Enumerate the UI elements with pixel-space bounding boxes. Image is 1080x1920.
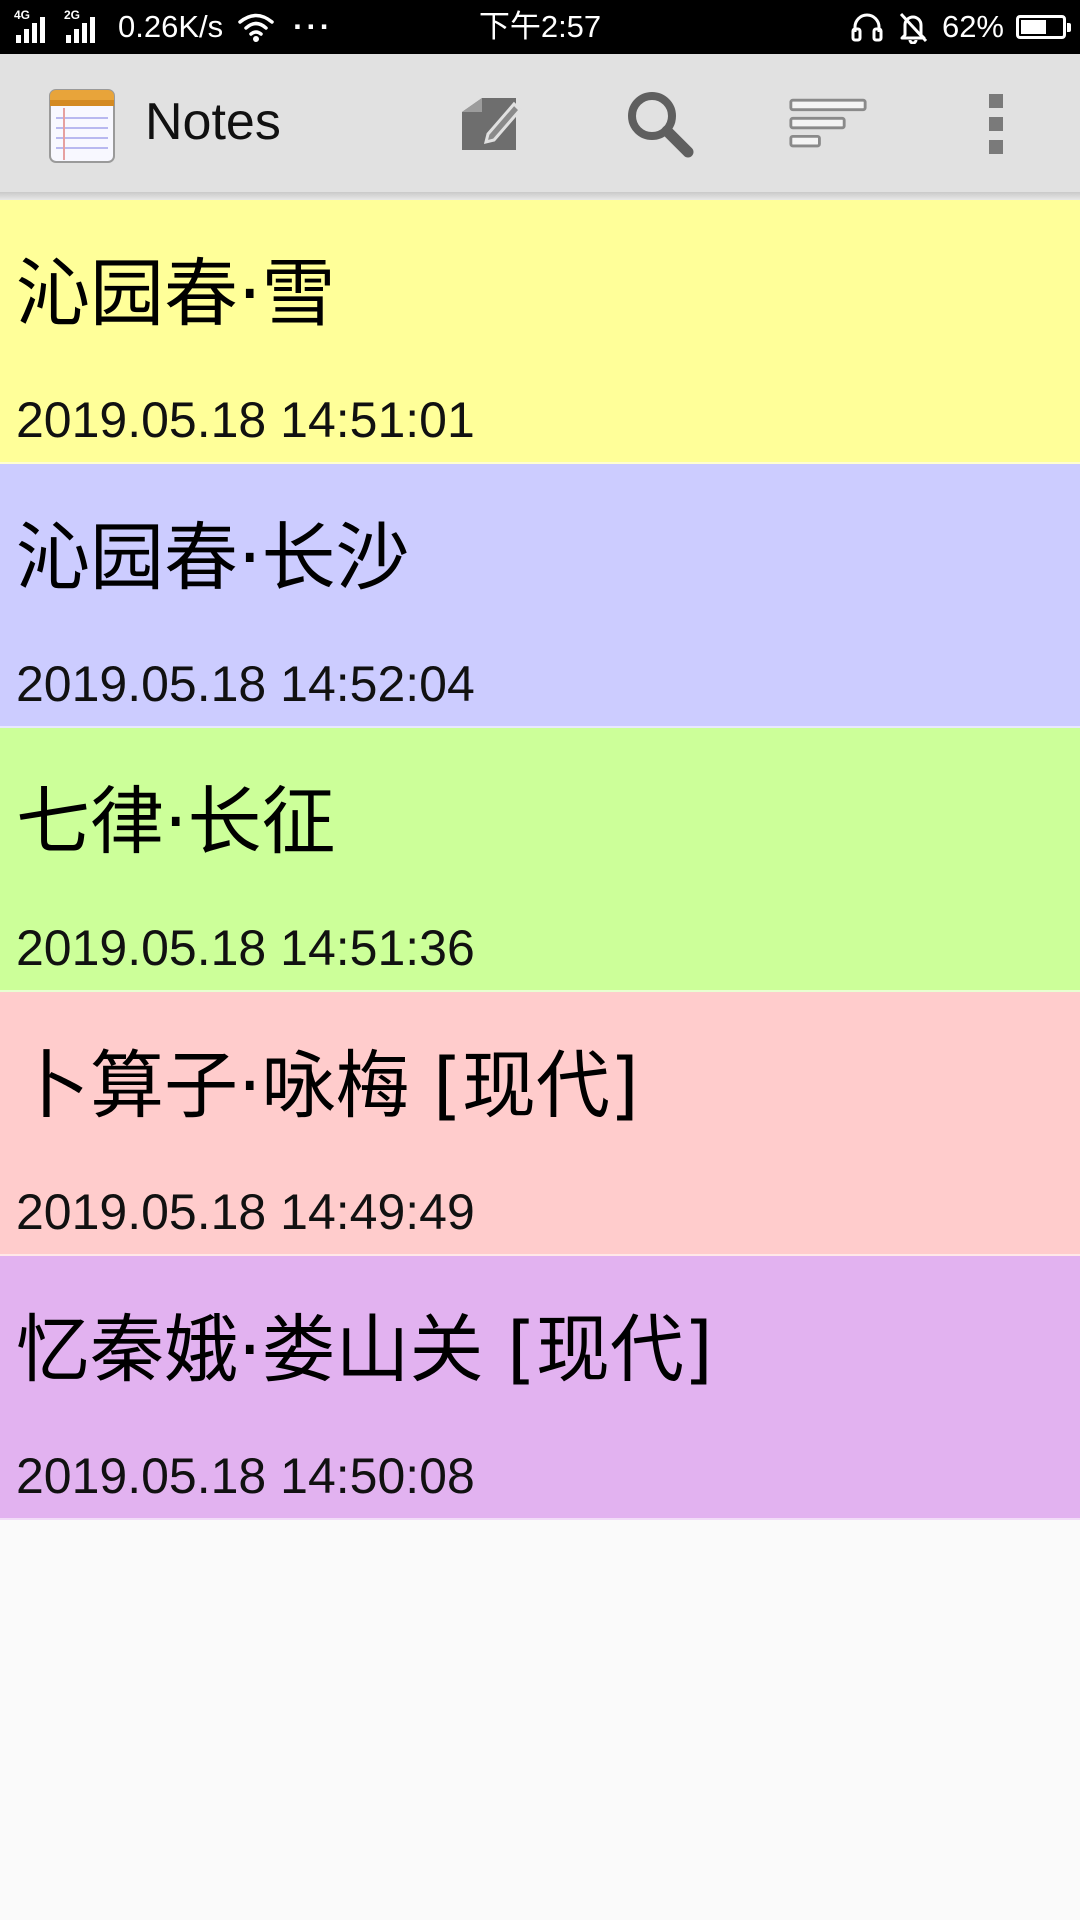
headset-icon [851, 13, 883, 42]
sort-button[interactable] [788, 84, 868, 164]
note-title: 沁园春·雪 [16, 251, 336, 337]
battery-level [1021, 20, 1046, 34]
note-date: 2019.05.18 14:49:49 [16, 1184, 475, 1240]
status-bar: 4G 2G 0.26K/s ··· 下午2:57 62% [0, 0, 1080, 54]
new-note-icon [462, 98, 522, 150]
note-item[interactable]: 忆秦娥·娄山关 [现代] 2019.05.18 14:50:08 [0, 1256, 1080, 1520]
note-title: 忆秦娥·娄山关 [现代] [16, 1307, 713, 1393]
note-item[interactable]: 沁园春·长沙 2019.05.18 14:52:04 [0, 464, 1080, 728]
note-item[interactable]: 沁园春·雪 2019.05.18 14:51:01 [0, 200, 1080, 464]
search-button[interactable] [620, 84, 700, 164]
note-title: 卜算子·咏梅 [现代] [16, 1043, 639, 1129]
notifications-muted-icon [899, 12, 928, 44]
app-title: Notes [145, 93, 281, 151]
search-icon [628, 92, 694, 158]
new-note-button[interactable] [450, 84, 530, 164]
overflow-menu-button[interactable] [956, 84, 1036, 164]
note-item[interactable]: 卜算子·咏梅 [现代] 2019.05.18 14:49:49 [0, 992, 1080, 1256]
battery-icon [1016, 15, 1071, 39]
note-title: 七律·长征 [16, 779, 336, 865]
note-item[interactable]: 七律·长征 2019.05.18 14:51:36 [0, 728, 1080, 992]
note-date: 2019.05.18 14:50:08 [16, 1448, 475, 1504]
status-right: 62% [850, 0, 1071, 54]
action-bar: Notes [0, 54, 1080, 200]
note-date: 2019.05.18 14:51:01 [16, 392, 475, 448]
sort-icon [789, 98, 867, 148]
notepad-app-icon [49, 89, 115, 163]
battery-percent: 62% [941, 9, 1004, 44]
note-date: 2019.05.18 14:51:36 [16, 920, 475, 976]
overflow-menu-icon [989, 94, 1003, 154]
notes-list: 沁园春·雪 2019.05.18 14:51:01 沁园春·长沙 2019.05… [0, 200, 1080, 1520]
note-date: 2019.05.18 14:52:04 [16, 656, 475, 712]
note-title: 沁园春·长沙 [16, 515, 410, 601]
